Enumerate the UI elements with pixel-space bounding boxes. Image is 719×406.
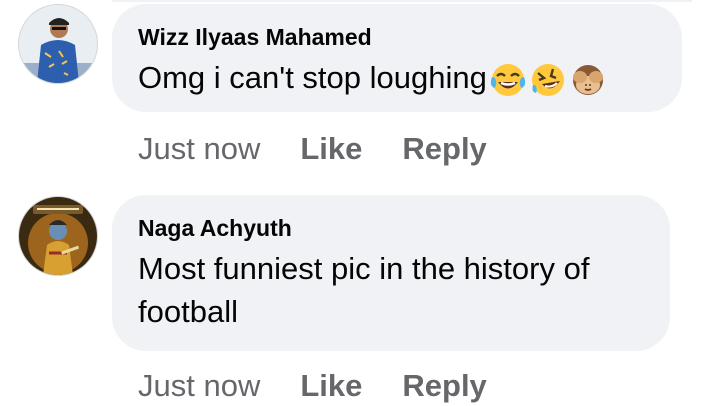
comment-bubble: Wizz Ilyaas Mahamed Omg i can't stop lou… — [112, 4, 682, 112]
avatar[interactable] — [18, 4, 98, 84]
comment-text: Omg i can't stop loughing — [138, 56, 658, 99]
see-no-evil-monkey-icon — [569, 61, 607, 99]
comment-timestamp[interactable]: Just now — [138, 129, 260, 169]
like-button[interactable]: Like — [300, 129, 362, 169]
reply-button[interactable]: Reply — [402, 366, 486, 406]
avatar-image — [19, 5, 97, 83]
avatar[interactable] — [18, 196, 98, 276]
rolling-on-floor-laughing-icon — [529, 61, 567, 99]
reply-button[interactable]: Reply — [402, 129, 486, 169]
comment-author[interactable]: Naga Achyuth — [138, 215, 646, 241]
comment-text: Most funniest pic in the history of foot… — [138, 251, 590, 329]
comment-actions: Just now Like Reply — [138, 366, 487, 406]
comment-author[interactable]: Wizz Ilyaas Mahamed — [138, 24, 658, 50]
comment-actions: Just now Like Reply — [138, 129, 487, 169]
comment-text-body: Omg i can't stop loughing — [138, 60, 487, 95]
face-with-tears-of-joy-icon — [489, 61, 527, 99]
comment-timestamp[interactable]: Just now — [138, 366, 260, 406]
like-button[interactable]: Like — [300, 366, 362, 406]
avatar-image — [19, 197, 97, 275]
comment-bubble: Naga Achyuth Most funniest pic in the hi… — [112, 195, 670, 351]
previous-comment-edge — [112, 0, 692, 2]
